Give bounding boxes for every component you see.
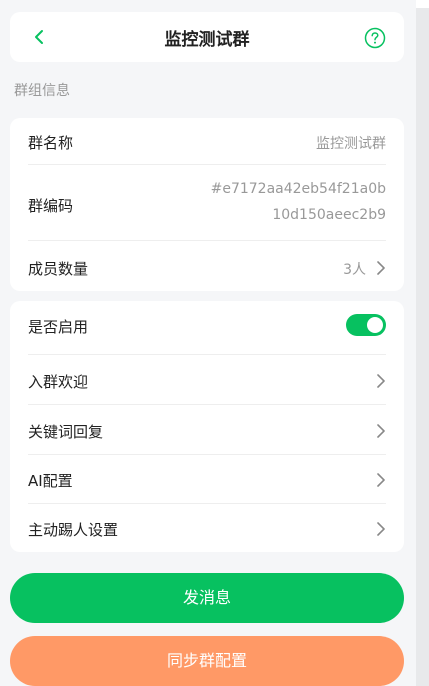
- divider: [28, 454, 386, 455]
- sync-group-config-button[interactable]: 同步群配置: [10, 636, 404, 686]
- ai-config-label: AI配置: [28, 472, 73, 490]
- enable-toggle[interactable]: [346, 314, 386, 336]
- top-nav-bar: 监控测试群: [10, 12, 404, 62]
- welcome-row[interactable]: 入群欢迎: [28, 371, 386, 392]
- page-title: 监控测试群: [164, 30, 250, 50]
- kick-settings-label: 主动踢人设置: [28, 521, 119, 539]
- chevron-right-icon: [377, 473, 385, 487]
- enable-label: 是否启用: [28, 318, 89, 336]
- divider: [28, 404, 386, 405]
- member-count-value: 3人: [343, 262, 366, 278]
- group-code-label: 群编码: [28, 197, 74, 215]
- chevron-right-icon: [377, 374, 385, 388]
- chevron-right-icon: [377, 261, 385, 275]
- scrollbar-track[interactable]: [416, 0, 429, 686]
- send-message-button[interactable]: 发消息: [10, 573, 404, 623]
- divider: [28, 354, 386, 355]
- toggle-knob: [367, 317, 383, 333]
- group-info-card: 群名称 监控测试群 群编码 #e7172aa42eb54f21a0b 10d15…: [10, 118, 404, 291]
- member-count-label: 成员数量: [28, 260, 89, 278]
- kick-settings-row[interactable]: 主动踢人设置: [28, 519, 386, 540]
- keyword-reply-label: 关键词回复: [28, 423, 104, 441]
- ai-config-row[interactable]: AI配置: [28, 470, 386, 491]
- welcome-label: 入群欢迎: [28, 373, 89, 391]
- group-name-label: 群名称: [28, 134, 74, 152]
- section-label-group-info: 群组信息: [14, 83, 70, 99]
- group-name-value: 监控测试群: [316, 136, 386, 152]
- keyword-reply-row[interactable]: 关键词回复: [28, 421, 386, 442]
- chevron-right-icon: [377, 424, 385, 438]
- help-icon[interactable]: [364, 27, 386, 49]
- member-count-row[interactable]: 成员数量 3人: [28, 258, 386, 279]
- divider: [28, 240, 386, 241]
- divider: [28, 164, 386, 165]
- group-code-value-line1: #e7172aa42eb54f21a0b: [210, 181, 386, 197]
- enable-row: 是否启用: [28, 314, 386, 337]
- divider: [28, 503, 386, 504]
- group-name-row: 群名称 监控测试群: [28, 132, 386, 153]
- settings-card: 是否启用 入群欢迎 关键词回复 AI配置 主动踢人设置: [10, 301, 404, 552]
- chevron-right-icon: [377, 522, 385, 536]
- group-code-value-line2: 10d150aeec2b9: [272, 207, 386, 223]
